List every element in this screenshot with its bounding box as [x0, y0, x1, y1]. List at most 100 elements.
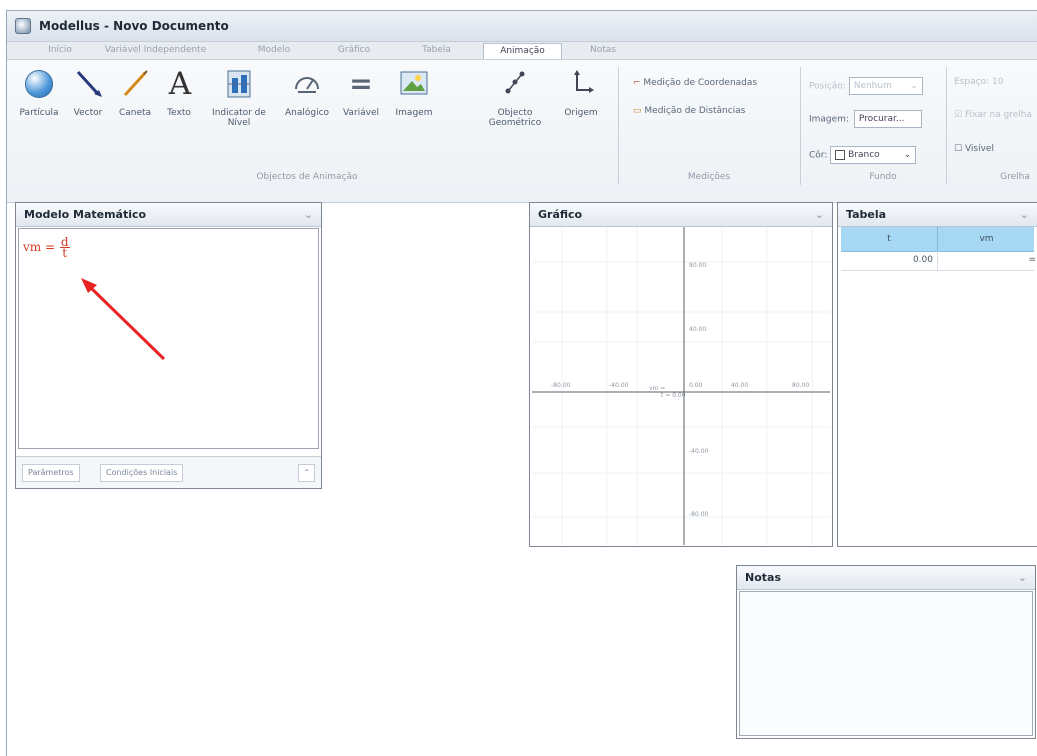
grid-spacing-value[interactable]: 10	[992, 77, 1003, 87]
table-cell-t: 0.00	[841, 251, 938, 270]
sphere-icon	[21, 66, 57, 102]
background-position-select[interactable]: Nenhum ⌄	[848, 77, 923, 95]
initial-conditions-button[interactable]: Condições Iniciais	[100, 464, 184, 482]
background-color-select[interactable]: Branco ⌄	[830, 146, 917, 164]
parameters-button[interactable]: Parâmetros	[22, 464, 80, 482]
level-indicator-button[interactable]: Indicator de Nível	[211, 66, 267, 128]
variable-button[interactable]: = Variável	[339, 66, 383, 118]
model-editor[interactable]: vm = d t	[18, 228, 319, 449]
origin-button[interactable]: Origem	[561, 66, 601, 118]
graph-canvas[interactable]: -80.00 -40.00 0.00 40.00 80.00 80.00 40.…	[532, 227, 830, 545]
geometric-object-icon	[497, 66, 533, 102]
ribbon: Partícula Vector Caneta A Texto Indicato…	[7, 60, 1037, 203]
notes-panel: Notas ⌄	[736, 565, 1036, 739]
pen-button[interactable]: Caneta	[117, 66, 153, 118]
minimize-icon[interactable]: ⌄	[304, 203, 313, 226]
background-image-row: Imagem: Procurar...	[809, 110, 922, 128]
window-title: Modellus - Novo Documento	[39, 19, 229, 33]
graph-panel-header: Gráfico ⌄	[530, 203, 832, 227]
menu-bar: Início Variável Independente Modelo Gráf…	[7, 42, 1037, 60]
tab-grafico[interactable]: Gráfico	[331, 43, 377, 58]
checkbox-icon: ☐	[954, 144, 963, 154]
distance-measurement-label: Medição de Distâncias	[644, 106, 746, 116]
level-indicator-label: Indicator de Nível	[212, 108, 266, 128]
background-color-row: Côr: Branco ⌄	[809, 146, 917, 164]
y-tick-label: -40.00	[689, 448, 709, 455]
y-tick-label: 40.00	[689, 326, 706, 333]
gauge-icon	[289, 66, 325, 102]
table-panel: Tabela ⌄ t vm 0.00 =	[837, 202, 1037, 547]
x-tick-label: 40.00	[731, 382, 748, 389]
grid-fix-row[interactable]: ☑ Fixar na grelha	[954, 110, 1032, 120]
vector-icon	[71, 66, 107, 102]
x-tick-label: -80.00	[551, 382, 571, 389]
grid-visible-row[interactable]: ☐ Visível	[954, 144, 994, 154]
notes-panel-header: Notas ⌄	[737, 566, 1035, 590]
x-tick-label: -40.00	[609, 382, 629, 389]
model-panel-title: Modelo Matemático	[24, 208, 147, 221]
tab-animacao[interactable]: Animação	[483, 43, 562, 59]
image-label: Imagem	[395, 108, 433, 118]
image-icon	[396, 66, 432, 102]
grid-spacing-label: Espaço:	[954, 77, 990, 87]
table-header: t vm	[841, 227, 1034, 252]
equals-icon: =	[349, 67, 373, 100]
minimize-icon[interactable]: ⌄	[815, 203, 824, 226]
background-position-label: Posição:	[809, 81, 846, 92]
minimize-icon[interactable]: ⌄	[1018, 566, 1027, 589]
text-icon: A	[168, 66, 192, 102]
distance-measurement-item[interactable]: ▭ Medição de Distâncias	[633, 106, 745, 116]
tab-inicio[interactable]: Início	[41, 43, 79, 58]
grid-visible-label: Visível	[964, 144, 994, 154]
coordinate-measurement-item[interactable]: ⌐ Medição de Coordenadas	[633, 78, 757, 88]
graph-time-label: t = 0.00	[661, 392, 686, 399]
measure-group-label: Medições	[687, 172, 731, 182]
background-image-label: Imagem:	[809, 114, 849, 125]
color-swatch-icon	[835, 149, 846, 160]
minimize-icon[interactable]: ⌄	[1020, 203, 1029, 226]
geometric-object-label: Objecto Geométrico	[488, 108, 542, 128]
browse-button[interactable]: Procurar...	[853, 110, 922, 128]
particle-button[interactable]: Partícula	[17, 66, 61, 118]
table-header-vm[interactable]: vm	[937, 227, 1036, 251]
vector-button[interactable]: Vector	[71, 66, 105, 118]
title-bar: Modellus - Novo Documento	[7, 11, 1037, 42]
background-color-label: Côr:	[809, 150, 828, 161]
analog-button[interactable]: Analógico	[279, 66, 335, 118]
chevron-down-icon: ⌄	[903, 150, 912, 160]
tab-tabela[interactable]: Tabela	[417, 43, 456, 58]
coordinate-measurement-label: Medição de Coordenadas	[643, 78, 758, 88]
table-cell-vm: =	[1028, 255, 1036, 265]
text-button[interactable]: A Texto	[162, 66, 196, 118]
tab-variavel-independente[interactable]: Variável Independente	[90, 43, 221, 58]
grid-spacing-row: Espaço: 10	[954, 77, 1003, 87]
notes-textarea[interactable]	[739, 591, 1033, 736]
annotation-arrow	[81, 278, 166, 361]
tab-notas[interactable]: Notas	[586, 43, 620, 58]
expand-icon[interactable]: ⌃	[298, 464, 315, 482]
ruler-icon: ▭	[633, 106, 642, 116]
table-header-t[interactable]: t	[841, 227, 938, 251]
table-panel-title: Tabela	[846, 208, 887, 221]
tab-modelo[interactable]: Modelo	[247, 43, 301, 58]
particle-label: Partícula	[19, 108, 59, 118]
checkbox-icon: ☑	[954, 110, 963, 120]
image-button[interactable]: Imagem	[391, 66, 437, 118]
grid-fix-label: Fixar na grelha	[964, 110, 1032, 120]
level-indicator-icon	[221, 66, 257, 102]
table-row[interactable]: 0.00 =	[841, 251, 1036, 271]
geometric-object-button[interactable]: Objecto Geométrico	[485, 66, 545, 128]
grid-group-label: Grelha	[1000, 172, 1030, 182]
chevron-down-icon: ⌄	[910, 81, 918, 91]
origin-icon	[563, 66, 599, 102]
pen-icon	[117, 66, 153, 102]
x-tick-label: 0.00	[689, 382, 703, 389]
pen-label: Caneta	[118, 108, 152, 118]
variable-label: Variável	[342, 108, 380, 118]
text-label: Texto	[167, 108, 191, 118]
x-tick-label: 80.00	[792, 382, 809, 389]
app-window: Modellus - Novo Documento Início Variáve…	[6, 10, 1037, 756]
graph-variable-label: vm =	[649, 385, 665, 392]
y-tick-label: 80.00	[689, 262, 706, 269]
background-position-row: Posição: Nenhum ⌄	[809, 77, 923, 95]
